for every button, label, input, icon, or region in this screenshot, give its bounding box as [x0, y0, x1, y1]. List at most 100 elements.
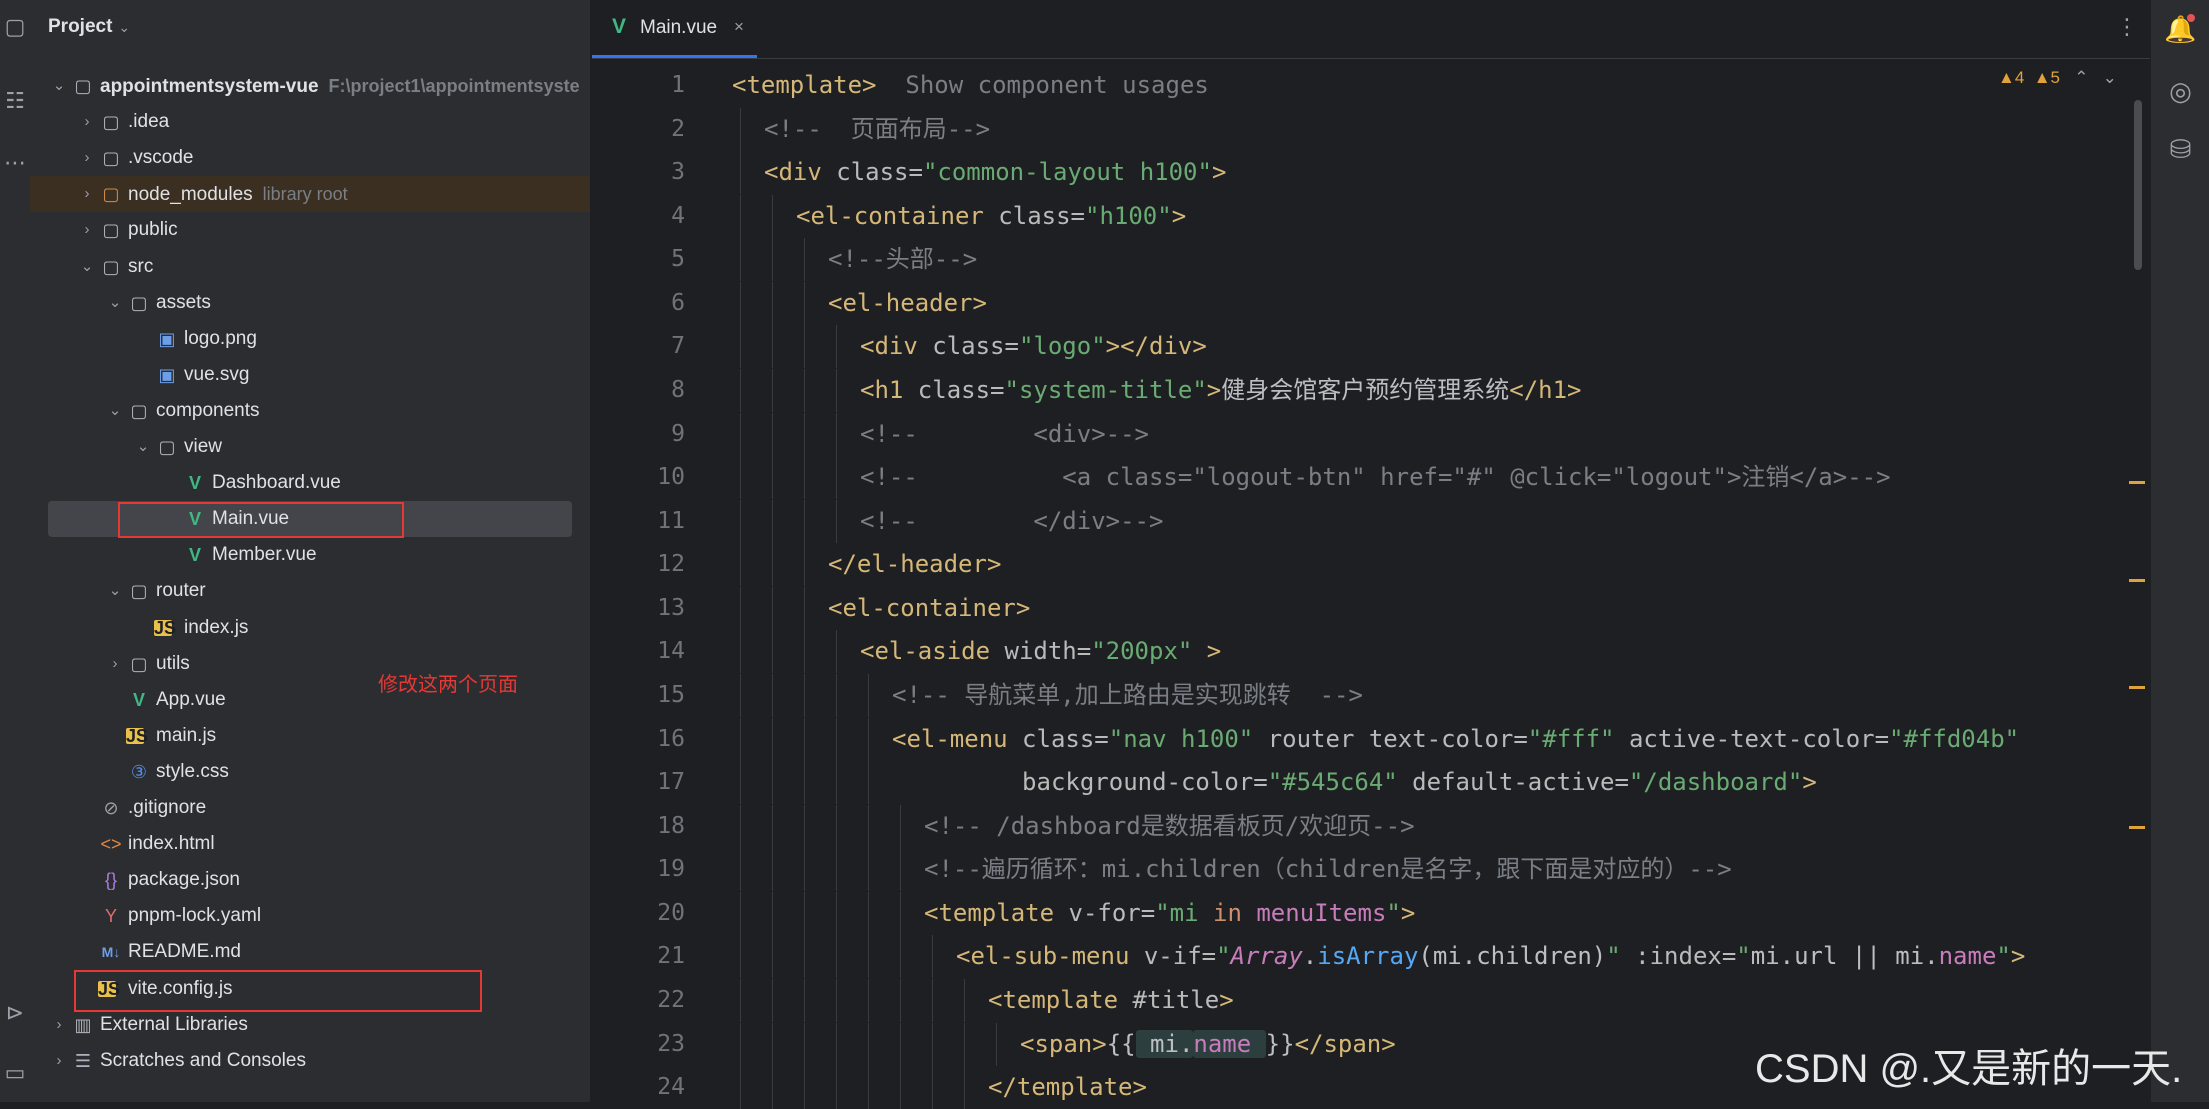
chevron-right-icon[interactable]: ›: [50, 1043, 68, 1079]
indent-guide: [740, 630, 741, 673]
code-line[interactable]: 9 <!-- <div>-->: [592, 413, 2122, 456]
code-line[interactable]: 8 <h1 class="system-title">健身会馆客户预约管理系统</…: [592, 369, 2122, 412]
close-icon[interactable]: ×: [734, 17, 744, 37]
code-line[interactable]: 2 <!-- 页面布局-->: [592, 108, 2122, 151]
indent-guide: [772, 935, 773, 978]
chevron-right-icon[interactable]: ›: [78, 104, 96, 140]
tree-item-label: Scratches and Consoles: [100, 1043, 306, 1079]
code-line[interactable]: 18 <!-- /dashboard是数据看板页/欢迎页-->: [592, 805, 2122, 848]
chevron-right-icon[interactable]: ›: [106, 646, 124, 682]
tree-item[interactable]: › ▢ .vscode: [30, 140, 590, 176]
tree-item[interactable]: ③ style.css: [30, 754, 590, 790]
tree-item-name: vue.svg: [184, 364, 250, 385]
tree-item[interactable]: V Main.vue: [30, 501, 590, 537]
code-line[interactable]: 19 <!--遍历循环：mi.children（children是名字，跟下面是对…: [592, 848, 2122, 891]
code-line[interactable]: 17 background-color="#545c64" default-ac…: [592, 761, 2122, 804]
tree-item[interactable]: ⌄ ▢ appointmentsystem-vue F:\project1\appoi…: [30, 68, 590, 104]
code-line[interactable]: 13 <el-container>: [592, 587, 2122, 630]
code-line[interactable]: 21 <el-sub-menu v-if="Array.isArray(mi.ch…: [592, 935, 2122, 978]
chevron-down-icon[interactable]: ⌄: [50, 68, 68, 104]
chevron-down-icon[interactable]: ⌄: [106, 285, 124, 321]
code-line[interactable]: 20 <template v-for="mi in menuItems">: [592, 892, 2122, 935]
tree-item[interactable]: ⌄ ▢ assets: [30, 285, 590, 321]
code-line[interactable]: 11 <!-- </div>-->: [592, 500, 2122, 543]
project-panel-icon[interactable]: ▢: [0, 14, 30, 40]
tree-item[interactable]: ⌄ ▢ components: [30, 393, 590, 429]
tree-item[interactable]: › ▥ External Libraries: [30, 1007, 590, 1043]
chevron-right-icon[interactable]: ›: [78, 212, 96, 248]
tree-item[interactable]: ⌄ ▢ router: [30, 573, 590, 609]
services-icon[interactable]: ⊳: [0, 1000, 30, 1026]
indent-guide: [772, 587, 773, 630]
code-line[interactable]: 15 <!-- 导航菜单,加上路由是实现跳转 -->: [592, 674, 2122, 717]
tree-item[interactable]: JS vite.config.js: [30, 971, 590, 1007]
indent-guide: [772, 238, 773, 281]
warning-marker[interactable]: [2129, 826, 2145, 829]
code-line[interactable]: 14 <el-aside width="200px" >: [592, 630, 2122, 673]
tree-item[interactable]: › ▢ node_modules library root: [30, 176, 590, 212]
line-number: 5: [671, 246, 685, 272]
tree-item[interactable]: › ☰ Scratches and Consoles: [30, 1043, 590, 1079]
tab-main-vue[interactable]: V Main.vue ×: [592, 0, 757, 58]
project-panel-title[interactable]: Project ⌄: [48, 16, 130, 38]
chevron-right-icon[interactable]: ›: [78, 140, 96, 176]
database-icon[interactable]: ⛁: [2151, 134, 2209, 165]
tree-item[interactable]: Ypnpm-lock.yaml: [30, 898, 590, 934]
code-line[interactable]: 6 <el-header>: [592, 282, 2122, 325]
code-line[interactable]: 12 </el-header>: [592, 543, 2122, 586]
more-options-icon[interactable]: ⋮: [2116, 14, 2138, 40]
warning-marker[interactable]: [2129, 481, 2145, 484]
code-line[interactable]: 1 <template> Show component usages: [592, 64, 2122, 107]
ai-assistant-icon[interactable]: ◎: [2151, 76, 2209, 107]
tree-item[interactable]: {} package.json: [30, 862, 590, 898]
file-type-icon: ▣: [158, 365, 176, 385]
tree-item[interactable]: ⌄ ▢ src: [30, 249, 590, 285]
code-text: <el-aside width="200px" >: [860, 630, 1221, 673]
indent-guide: [740, 935, 741, 978]
notifications-icon[interactable]: 🔔: [2151, 14, 2209, 45]
tree-item[interactable]: M↓ README.md: [30, 934, 590, 970]
code-line[interactable]: 4 <el-container class="h100">: [592, 195, 2122, 238]
indent-guide: [836, 892, 837, 935]
chevron-down-icon[interactable]: ⌄: [78, 249, 96, 285]
tree-item[interactable]: › ▢ public: [30, 212, 590, 248]
chevron-right-icon[interactable]: ›: [78, 176, 96, 212]
tree-item[interactable]: <> index.html: [30, 826, 590, 862]
chevron-down-icon[interactable]: ⌄: [134, 429, 152, 465]
code-token: <el-aside: [860, 637, 1005, 665]
chevron-right-icon[interactable]: ›: [50, 1007, 68, 1043]
chevron-down-icon[interactable]: ⌄: [106, 573, 124, 609]
structure-icon[interactable]: ☷: [0, 88, 30, 114]
code-line[interactable]: 16 <el-menu class="nav h100" router text-…: [592, 718, 2122, 761]
indent-guide: [836, 848, 837, 891]
code-line[interactable]: 7 <div class="logo"></div>: [592, 325, 2122, 368]
tree-item-label: appointmentsystem-vue F:\project1\appoint…: [100, 68, 580, 105]
indent-guide: [772, 1023, 773, 1066]
tree-item[interactable]: ▣ vue.svg: [30, 357, 590, 393]
tree-item[interactable]: ⊘ .gitignore: [30, 790, 590, 826]
chevron-down-icon[interactable]: ⌄: [106, 393, 124, 429]
code-token: "200px": [1091, 637, 1193, 665]
code-line[interactable]: 22 <template #title>: [592, 979, 2122, 1022]
tree-item[interactable]: ▣ logo.png: [30, 321, 590, 357]
code-line[interactable]: 3 <div class="common-layout h100">: [592, 151, 2122, 194]
code-text: <span>{{ mi.name }}</span>: [1020, 1023, 1396, 1066]
code-token: :index=: [1620, 942, 1737, 970]
vertical-scrollbar[interactable]: [2134, 100, 2142, 270]
more-icon[interactable]: ⋯: [0, 150, 30, 176]
code-text: <div class="logo"></div>: [860, 325, 1207, 368]
code-line[interactable]: 5 <!--头部-->: [592, 238, 2122, 281]
line-number: 8: [671, 377, 685, 403]
tree-item[interactable]: JS index.js: [30, 610, 590, 646]
warning-marker[interactable]: [2129, 686, 2145, 689]
warning-marker[interactable]: [2129, 579, 2145, 582]
terminal-icon[interactable]: ▭: [0, 1060, 30, 1086]
tree-item[interactable]: ⌄ ▢ view: [30, 429, 590, 465]
code-line[interactable]: 10 <!-- <a class="logout-btn" href="#" @c…: [592, 456, 2122, 499]
tree-item[interactable]: JS main.js: [30, 718, 590, 754]
tree-item[interactable]: V Member.vue: [30, 537, 590, 573]
indent-guide: [868, 805, 869, 848]
tree-item[interactable]: V Dashboard.vue: [30, 465, 590, 501]
line-number: 15: [657, 682, 685, 708]
tree-item[interactable]: › ▢ .idea: [30, 104, 590, 140]
